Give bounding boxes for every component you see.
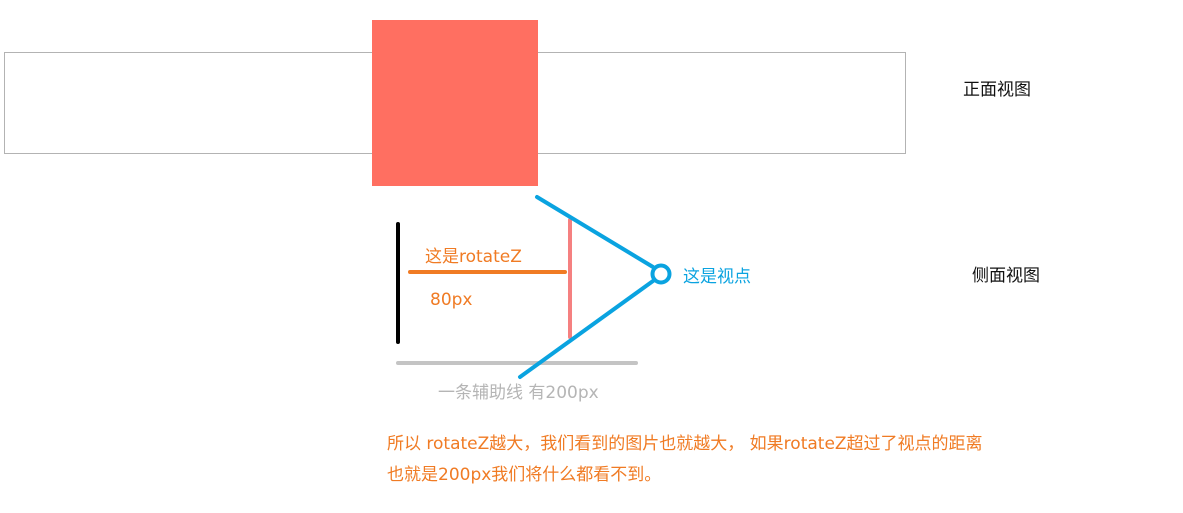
sight-line-top	[535, 195, 655, 269]
front-view-label: 正面视图	[963, 80, 1031, 100]
helper-line-label: 一条辅助线 有200px	[438, 383, 599, 403]
explanation-line-2: 也就是200px我们将什么都看不到。	[387, 465, 662, 485]
image-square	[372, 20, 538, 186]
viewpoint-circle	[650, 263, 672, 285]
distance-label: 80px	[430, 290, 473, 310]
viewpoint-label: 这是视点	[683, 267, 751, 287]
side-view-label: 侧面视图	[972, 266, 1040, 286]
rotate-z-label: 这是rotateZ	[425, 247, 522, 267]
explanation-line-1: 所以 rotateZ越大，我们看到的图片也就越大， 如果rotateZ超过了视点…	[387, 434, 983, 454]
